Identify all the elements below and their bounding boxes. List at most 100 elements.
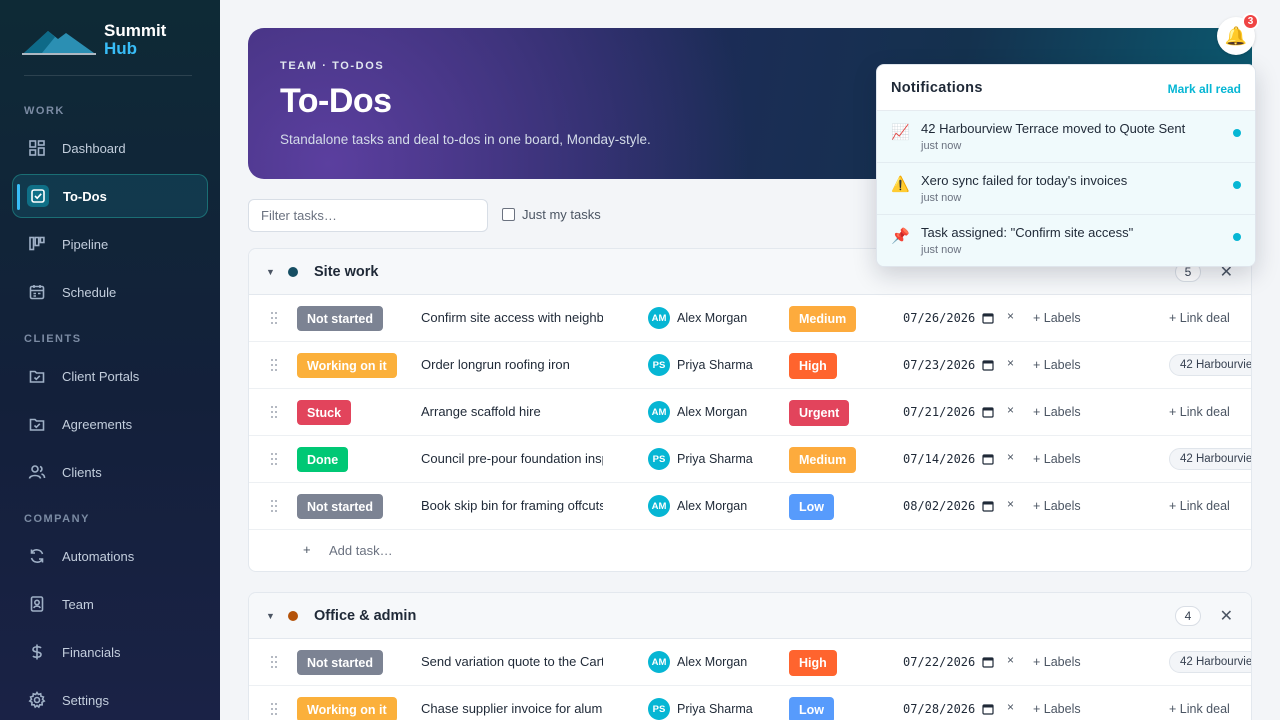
sidebar-item-financials[interactable]: Financials [12,630,208,674]
clear-date-icon[interactable]: × [1007,700,1014,714]
link-deal-button[interactable]: + Link deal [1169,499,1230,513]
due-date-input[interactable]: 07/21/2026 [903,405,975,419]
sidebar-item-dashboard[interactable]: Dashboard [12,126,208,170]
status-pill[interactable]: Not started [297,650,383,675]
notification-item[interactable]: 📈 42 Harbourview Terrace moved to Quote … [877,111,1255,163]
status-pill[interactable]: Not started [297,494,383,519]
sidebar-item-team[interactable]: Team [12,582,208,626]
sidebar-item-client-portals[interactable]: Client Portals [12,354,208,398]
calendar-icon[interactable] [982,500,994,512]
clear-date-icon[interactable]: × [1007,653,1014,667]
just-my-tasks-checkbox[interactable]: Just my tasks [502,207,601,222]
assignee-name[interactable]: Priya Sharma [677,452,753,466]
table-row[interactable]: Not started Send variation quote to the C… [249,639,1251,686]
add-labels-button[interactable]: + Labels [1033,405,1081,419]
priority-pill[interactable]: Medium [789,306,857,332]
add-labels-button[interactable]: + Labels [1033,655,1081,669]
drag-handle-icon[interactable] [271,406,279,420]
due-date-input[interactable]: 07/23/2026 [903,358,975,372]
clear-date-icon[interactable]: × [1007,356,1014,370]
table-row[interactable]: Working on it Chase supplier invoice for … [249,686,1251,720]
add-labels-button[interactable]: + Labels [1033,499,1081,513]
table-row[interactable]: Not started Book skip bin for framing off… [249,483,1251,530]
task-title[interactable]: Council pre-pour foundation inspection [421,451,603,466]
clear-date-icon[interactable]: × [1007,497,1014,511]
clear-date-icon[interactable]: × [1007,309,1014,323]
priority-pill[interactable]: Low [789,494,834,520]
task-title[interactable]: Arrange scaffold hire [421,404,603,419]
sidebar-item-pipeline[interactable]: Pipeline [12,222,208,266]
assignee-name[interactable]: Alex Morgan [677,655,747,669]
clear-date-icon[interactable]: × [1007,403,1014,417]
calendar-icon[interactable] [982,703,994,715]
assignee-name[interactable]: Priya Sharma [677,702,753,716]
add-labels-button[interactable]: + Labels [1033,452,1081,466]
checkbox-box[interactable] [502,208,515,221]
brand-logo[interactable]: Summit Hub [22,22,166,58]
notification-item[interactable]: 📌 Task assigned: "Confirm site access" j… [877,215,1255,266]
due-date-input[interactable]: 07/28/2026 [903,702,975,716]
calendar-icon[interactable] [982,359,994,371]
collapse-caret-icon[interactable]: ▼ [266,611,275,621]
table-row[interactable]: Stuck Arrange scaffold hire AM Alex Morgan U… [249,389,1251,436]
add-labels-button[interactable]: + Labels [1033,702,1081,716]
priority-pill[interactable]: Urgent [789,400,850,426]
sidebar-item-automations[interactable]: Automations [12,534,208,578]
priority-pill[interactable]: High [789,650,837,676]
drag-handle-icon[interactable] [271,703,279,717]
sidebar-item-agreements[interactable]: Agreements [12,402,208,446]
sidebar-item-settings[interactable]: Settings [12,678,208,720]
calendar-icon[interactable] [982,406,994,418]
due-date-input[interactable]: 07/26/2026 [903,311,975,325]
link-deal-button[interactable]: + Link deal [1169,702,1230,716]
filter-tasks-input[interactable] [248,199,488,232]
status-pill[interactable]: Done [297,447,349,472]
add-labels-button[interactable]: + Labels [1033,311,1081,325]
drag-handle-icon[interactable] [271,453,279,467]
assignee-name[interactable]: Alex Morgan [677,499,747,513]
linked-deal-chip[interactable]: 42 Harbourview Terrace [1169,354,1251,376]
linked-deal-chip[interactable]: 42 Harbourview Terrace [1169,448,1251,470]
assignee-name[interactable]: Alex Morgan [677,311,747,325]
table-row[interactable]: Working on it Order longrun roofing iron P… [249,342,1251,389]
priority-pill[interactable]: High [789,353,837,379]
drag-handle-icon[interactable] [271,359,279,373]
due-date-input[interactable]: 07/22/2026 [903,655,975,669]
task-title[interactable]: Chase supplier invoice for aluminium [421,701,603,716]
drag-handle-icon[interactable] [271,656,279,670]
calendar-icon[interactable] [982,312,994,324]
assignee-name[interactable]: Alex Morgan [677,405,747,419]
linked-deal-chip[interactable]: 42 Harbourview Terrace [1169,651,1251,673]
notification-item[interactable]: ⚠️ Xero sync failed for today's invoices… [877,163,1255,215]
add-task-row[interactable]: + Add task… [249,530,1251,571]
drag-handle-icon[interactable] [271,312,279,326]
collapse-caret-icon[interactable]: ▼ [266,267,275,277]
drag-handle-icon[interactable] [271,500,279,514]
link-deal-button[interactable]: + Link deal [1169,405,1230,419]
add-labels-button[interactable]: + Labels [1033,358,1081,372]
status-pill[interactable]: Working on it [297,697,397,720]
status-pill[interactable]: Not started [297,306,383,331]
task-title[interactable]: Order longrun roofing iron [421,357,603,372]
priority-pill[interactable]: Low [789,697,834,720]
sidebar-item-schedule[interactable]: Schedule [12,270,208,314]
clear-date-icon[interactable]: × [1007,450,1014,464]
status-pill[interactable]: Working on it [297,353,397,378]
table-row[interactable]: Not started Confirm site access with neig… [249,295,1251,342]
priority-pill[interactable]: Medium [789,447,857,473]
task-title[interactable]: Book skip bin for framing offcuts [421,498,603,513]
due-date-input[interactable]: 08/02/2026 [903,499,975,513]
task-title[interactable]: Send variation quote to the Carters [421,654,603,669]
task-title[interactable]: Confirm site access with neighbour [421,310,603,325]
sidebar-item-todos[interactable]: To-Dos [12,174,208,218]
table-row[interactable]: Done Council pre-pour foundation inspecti… [249,436,1251,483]
mark-all-read-button[interactable]: Mark all read [1168,82,1241,96]
close-icon[interactable]: ✕ [1220,606,1233,626]
due-date-input[interactable]: 07/14/2026 [903,452,975,466]
calendar-icon[interactable] [982,656,994,668]
assignee-name[interactable]: Priya Sharma [677,358,753,372]
link-deal-button[interactable]: + Link deal [1169,311,1230,325]
calendar-icon[interactable] [982,453,994,465]
status-pill[interactable]: Stuck [297,400,352,425]
sidebar-item-clients[interactable]: Clients [12,450,208,494]
